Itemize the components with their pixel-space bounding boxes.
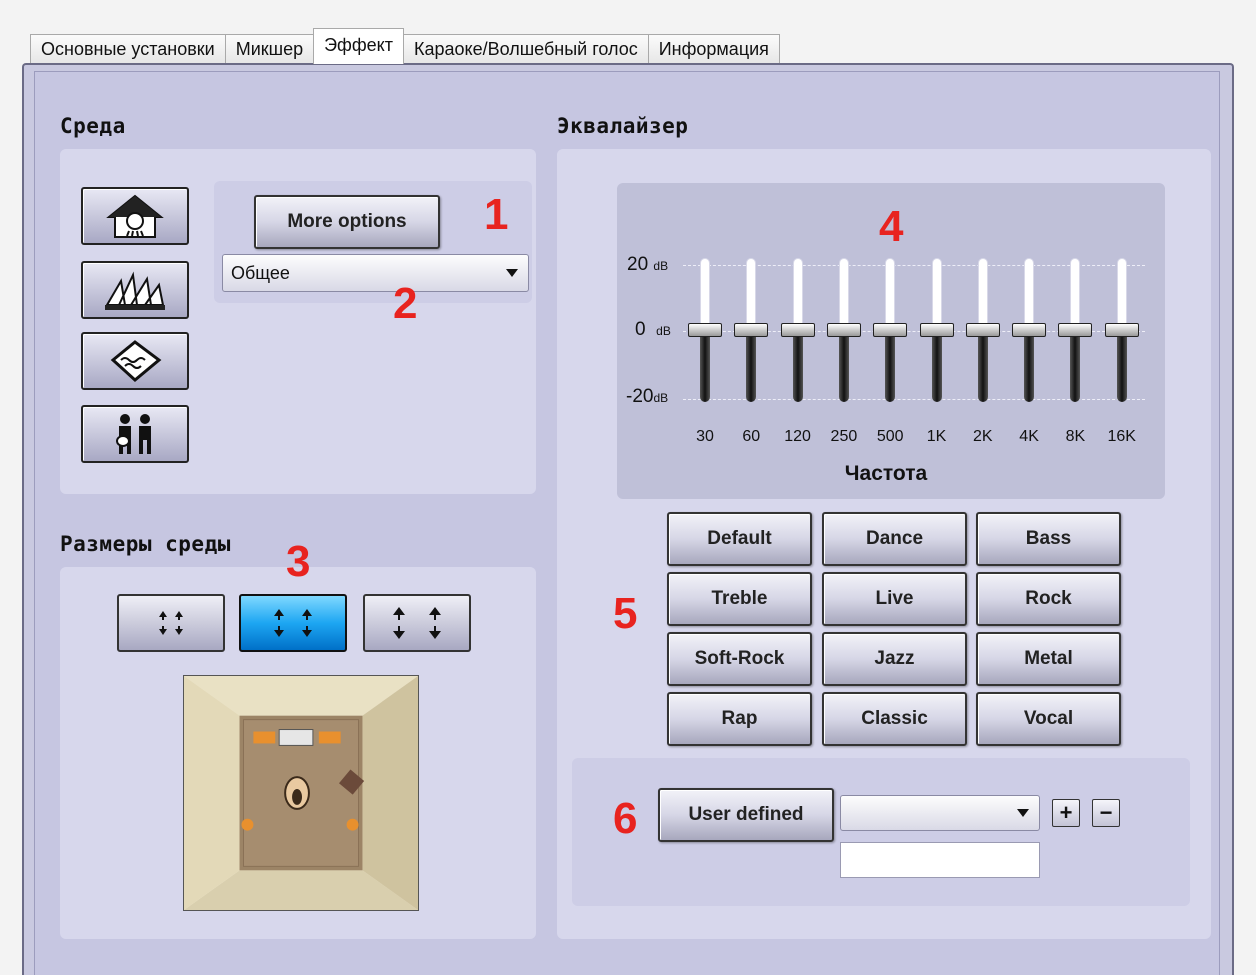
freq-label-2K: 2K (973, 428, 993, 445)
chevron-down-icon (506, 269, 518, 277)
eq-slider-fill (746, 330, 757, 402)
medium-room-icon (274, 609, 312, 637)
freq-label-8K: 8K (1065, 428, 1086, 445)
frequency-axis-label: Частота (844, 462, 928, 485)
preset-live-button[interactable]: Live (822, 572, 967, 626)
tab-karaoke[interactable]: Караоке/Волшебный голос (402, 34, 649, 64)
room-preview (183, 675, 419, 911)
marker-5: 5 (613, 589, 638, 638)
marker-2: 2 (393, 279, 418, 328)
room-size-small-button[interactable] (117, 594, 225, 652)
tab-basic-settings[interactable]: Основные установки (30, 34, 226, 64)
marker-1: 1 (484, 190, 509, 239)
shower-room-icon (106, 194, 164, 238)
eq-slider-thumb-4K[interactable] (1012, 323, 1047, 337)
db-top-value: 20 (627, 254, 649, 275)
tab-bar: Основные установки Микшер Эффект Караоке… (30, 28, 780, 64)
freq-label-500: 500 (876, 428, 904, 445)
add-preset-button[interactable]: + (1052, 799, 1080, 827)
eq-slider-thumb-500[interactable] (873, 323, 908, 337)
opera-house-icon (105, 271, 165, 310)
environment-title: Среда (60, 114, 126, 138)
eq-slider-fill (838, 330, 849, 402)
env-carpet-button[interactable] (81, 332, 189, 390)
eq-slider-fill (1070, 330, 1081, 402)
eq-slider-thumb-30[interactable] (688, 323, 722, 337)
env-opera-button[interactable] (81, 261, 189, 319)
preset-classic-button[interactable]: Classic (822, 692, 967, 746)
eq-slider-thumb-1K[interactable] (919, 323, 954, 337)
remove-preset-button[interactable]: − (1092, 799, 1120, 827)
small-room-icon (159, 611, 183, 635)
eq-slider-fill (931, 330, 942, 402)
env-shower-button[interactable] (81, 187, 189, 245)
preset-rap-button[interactable]: Rap (667, 692, 812, 746)
preset-soft-rock-button[interactable]: Soft-Rock (667, 632, 812, 686)
freq-label-30: 30 (696, 428, 714, 445)
db-top-label: 20 dB (627, 254, 668, 276)
preset-metal-button[interactable]: Metal (976, 632, 1121, 686)
freq-label-60: 60 (742, 428, 761, 445)
eq-slider-thumb-8K[interactable] (1058, 323, 1093, 337)
tab-information[interactable]: Информация (647, 34, 780, 64)
db-bottom-label: -20dB (626, 386, 668, 408)
preset-treble-button[interactable]: Treble (667, 572, 812, 626)
eq-slider-fill (1116, 330, 1127, 402)
room-size-large-button[interactable] (363, 594, 471, 652)
eq-slider-fill (885, 330, 896, 402)
user-preset-name-input[interactable] (840, 842, 1040, 878)
freq-label-120: 120 (784, 428, 811, 445)
equalizer-title: Эквалайзер (557, 114, 689, 138)
eq-slider-fill (977, 330, 988, 402)
carpet-room-icon (110, 340, 162, 382)
preset-rock-button[interactable]: Rock (976, 572, 1121, 626)
eq-slider-thumb-2K[interactable] (965, 323, 1000, 337)
user-defined-button[interactable]: User defined (658, 788, 834, 842)
preset-jazz-button[interactable]: Jazz (822, 632, 967, 686)
eq-slider-fill (1024, 330, 1035, 402)
tab-mixer[interactable]: Микшер (224, 34, 315, 64)
db-top-unit: dB (653, 259, 669, 273)
marker-4: 4 (879, 202, 904, 251)
eq-slider-thumb-16K[interactable] (1104, 323, 1139, 337)
eq-slider-fill (792, 330, 803, 402)
room-preview-illustration (184, 676, 418, 910)
environment-preset-value: Общее (231, 262, 290, 283)
freq-label-1K: 1K (926, 428, 947, 445)
eq-slider-fill (700, 330, 710, 402)
tab-effect[interactable]: Эффект (313, 28, 404, 64)
marker-6: 6 (613, 794, 638, 843)
freq-label-250: 250 (830, 428, 858, 445)
more-options-button[interactable]: More options (254, 195, 440, 249)
freq-label-4K: 4K (1019, 428, 1039, 445)
marker-3: 3 (286, 537, 311, 586)
db-mid-value: 0 (635, 319, 646, 340)
db-bottom-unit: dB (653, 391, 669, 405)
env-musicians-button[interactable] (81, 405, 189, 463)
environment-preset-select[interactable]: Общее (222, 254, 529, 292)
room-size-medium-button[interactable] (239, 594, 347, 652)
preset-dance-button[interactable]: Dance (822, 512, 967, 566)
preset-vocal-button[interactable]: Vocal (976, 692, 1121, 746)
room-size-title: Размеры среды (60, 532, 231, 556)
musicians-icon (116, 414, 151, 454)
large-room-icon (393, 607, 441, 639)
preset-bass-button[interactable]: Bass (976, 512, 1121, 566)
user-preset-select[interactable] (840, 795, 1040, 831)
chevron-down-icon (1017, 809, 1029, 817)
eq-slider-thumb-120[interactable] (780, 323, 815, 337)
db-mid-label: 0 dB (635, 319, 671, 341)
db-bottom-value: -20 (626, 386, 654, 407)
db-mid-unit: dB (656, 324, 671, 338)
eq-slider-thumb-250[interactable] (826, 323, 861, 337)
preset-default-button[interactable]: Default (667, 512, 812, 566)
freq-label-16K: 16K (1107, 428, 1136, 445)
eq-slider-thumb-60[interactable] (734, 323, 769, 337)
